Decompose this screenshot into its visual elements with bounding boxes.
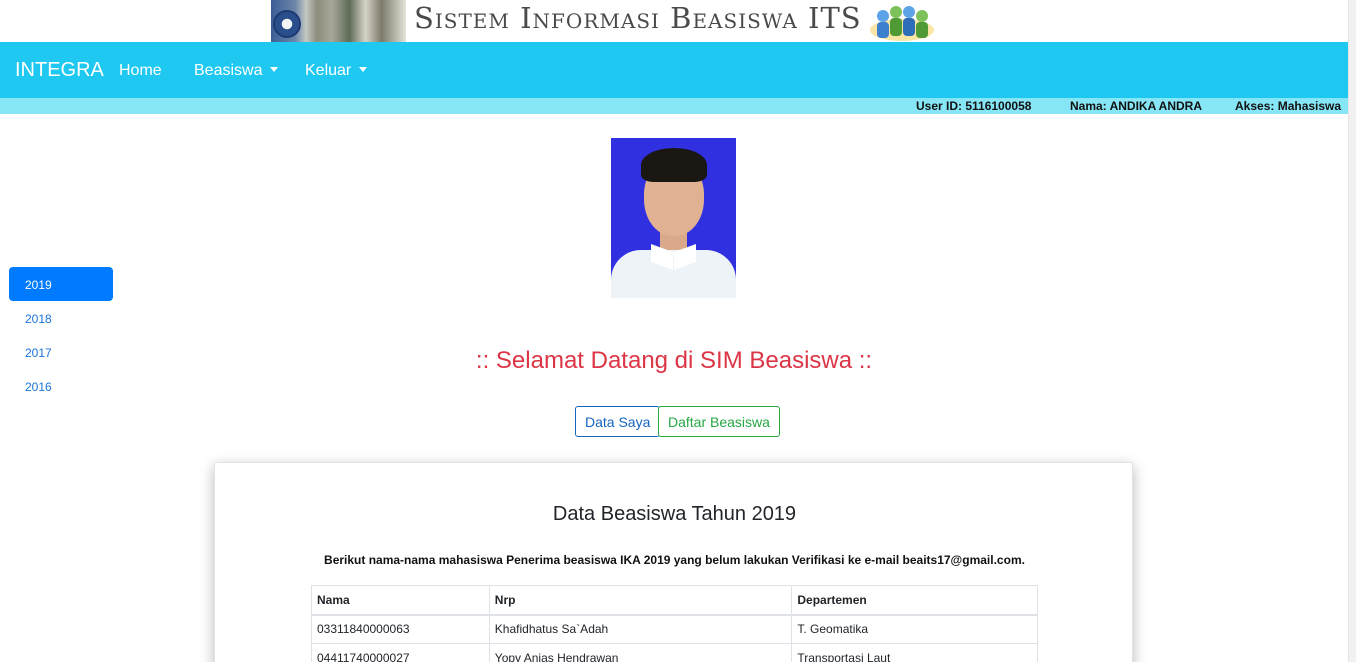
nav-keluar-label: Keluar xyxy=(305,62,352,79)
campus-photo xyxy=(271,0,406,42)
table-cell: Khafidhatus Sa`Adah xyxy=(488,614,793,644)
table-cell: T. Geomatika xyxy=(791,614,1038,644)
table-row: 03311840000063 Khafidhatus Sa`Adah T. Ge… xyxy=(311,614,1038,644)
nav-beasiswa-dropdown[interactable]: Beasiswa xyxy=(194,62,279,80)
caret-down-icon xyxy=(270,67,279,72)
scrollbar[interactable] xyxy=(1348,0,1356,662)
card-title: Data Beasiswa Tahun 2019 xyxy=(552,503,797,525)
table-header-row: Nama Nrp Departemen xyxy=(311,585,1038,616)
profile-photo xyxy=(611,138,736,298)
navbar: INTEGRA Home Beasiswa Keluar xyxy=(0,42,1348,98)
user-id: User ID: 5116100058 xyxy=(916,99,1032,113)
user-name: Nama: ANDIKA ANDRA xyxy=(1070,99,1203,113)
scholarship-card: Data Beasiswa Tahun 2019 Berikut nama-na… xyxy=(214,462,1133,662)
navbar-brand[interactable]: INTEGRA xyxy=(15,59,104,82)
people-group-icon xyxy=(870,6,934,41)
data-saya-button[interactable]: Data Saya xyxy=(575,406,661,437)
user-info-bar: User ID: 5116100058 Nama: ANDIKA ANDRA A… xyxy=(0,98,1348,114)
column-header-nama: Nama xyxy=(311,585,490,616)
its-logo-icon xyxy=(273,10,301,38)
column-header-departemen: Departemen xyxy=(791,585,1038,616)
nav-home-label: Home xyxy=(119,62,162,79)
card-note: Berikut nama-nama mahasiswa Penerima bea… xyxy=(324,553,1025,567)
daftar-beasiswa-button[interactable]: Daftar Beasiswa xyxy=(658,406,780,437)
banner-title: Sistem Informasi Beasiswa ITS xyxy=(414,1,862,35)
header-banner: Sistem Informasi Beasiswa ITS xyxy=(0,0,1348,42)
sidebar-year-2019[interactable]: 2019 xyxy=(9,267,113,301)
scholarship-table: Nama Nrp Departemen 03311840000063 Khafi… xyxy=(311,585,1038,662)
table-row: 04411740000027 Yopy Anjas Hendrawan Tran… xyxy=(311,643,1038,662)
sidebar-year-2018[interactable]: 2018 xyxy=(9,301,113,335)
nav-home[interactable]: Home xyxy=(119,62,162,80)
column-header-nrp: Nrp xyxy=(488,585,793,616)
table-cell: 04411740000027 xyxy=(311,643,490,662)
nav-beasiswa-label: Beasiswa xyxy=(194,62,263,79)
nav-keluar-dropdown[interactable]: Keluar xyxy=(305,62,368,80)
caret-down-icon xyxy=(359,67,368,72)
user-access: Akses: Mahasiswa xyxy=(1235,99,1342,113)
table-cell: Transportasi Laut xyxy=(791,643,1038,662)
table-cell: Yopy Anjas Hendrawan xyxy=(488,643,793,662)
table-cell: 03311840000063 xyxy=(311,614,490,644)
welcome-heading: :: Selamat Datang di SIM Beasiswa :: xyxy=(475,347,873,374)
banner-image: Sistem Informasi Beasiswa ITS xyxy=(271,0,935,42)
